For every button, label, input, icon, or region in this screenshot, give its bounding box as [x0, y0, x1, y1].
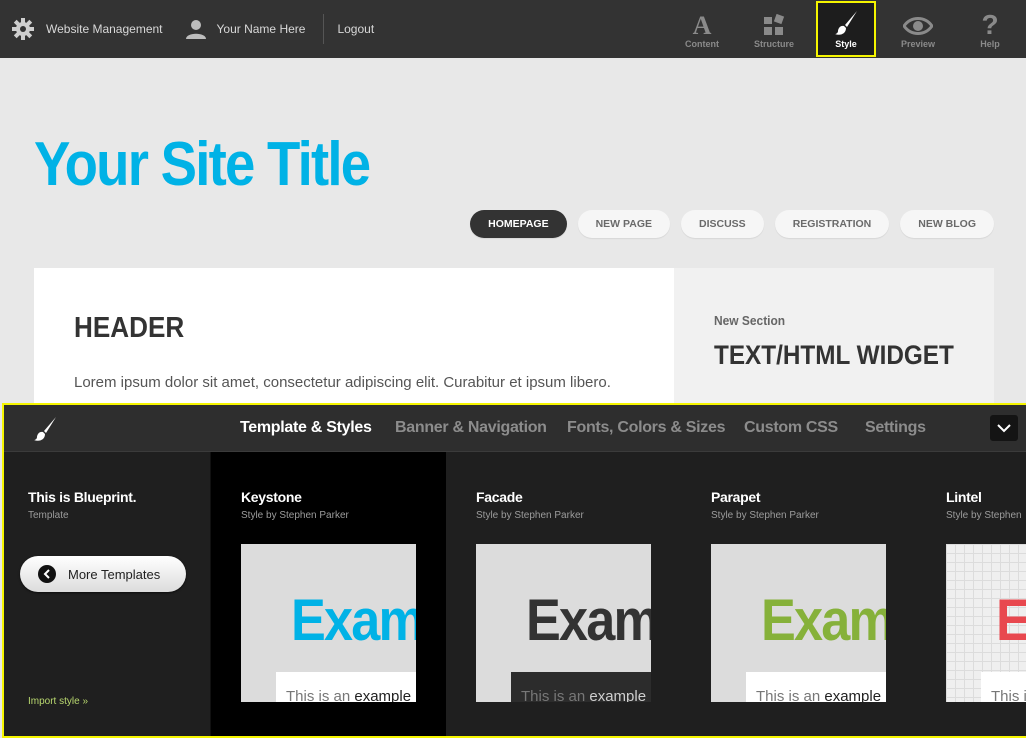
main-content-area: HEADER Lorem ipsum dolor sit amet, conse…	[34, 268, 674, 408]
structure-tool-button[interactable]: Structure	[738, 0, 810, 58]
import-style-link[interactable]: Import style »	[28, 696, 88, 707]
nav-item-registration[interactable]: REGISTRATION	[774, 210, 890, 238]
sidebar-widget-title[interactable]: TEXT/HTML WIDGET	[714, 340, 954, 371]
sidebar-section-label[interactable]: New Section	[714, 313, 785, 328]
tool-label: Style	[835, 38, 857, 49]
template-name: This is Blueprint.	[28, 489, 137, 505]
style-card-keystone[interactable]: Keystone Style by Stephen Parker Exam Th…	[211, 452, 446, 736]
letter-a-icon: A	[690, 10, 714, 36]
paintbrush-icon	[833, 10, 859, 36]
eye-icon	[903, 10, 933, 36]
style-name: Lintel	[946, 489, 982, 505]
svg-text:A: A	[693, 12, 712, 36]
thumbnail-title: Exam	[761, 588, 886, 653]
more-templates-button[interactable]: More Templates	[20, 556, 186, 592]
tool-label: Help	[980, 38, 1000, 49]
style-author: Style by Stephen Parker	[711, 510, 819, 521]
nav-item-homepage[interactable]: HOMEPAGE	[470, 210, 567, 238]
gear-icon[interactable]	[12, 18, 34, 40]
nav-item-new-blog[interactable]: NEW BLOG	[900, 210, 994, 238]
site-navigation: HOMEPAGE NEW PAGE DISCUSS REGISTRATION N…	[470, 210, 994, 238]
style-card-facade[interactable]: Facade Style by Stephen Parker Exam This…	[446, 452, 681, 736]
style-card-parapet[interactable]: Parapet Style by Stephen Parker Exam Thi…	[681, 452, 916, 736]
style-name: Facade	[476, 489, 523, 505]
tool-label: Preview	[900, 38, 936, 49]
toolbar-divider	[323, 14, 325, 44]
svg-text:?: ?	[981, 10, 998, 36]
style-author: Style by Stephen Parker	[241, 510, 349, 521]
thumbnail-content-box: This i	[981, 672, 1026, 702]
style-thumbnail[interactable]: E This i	[946, 544, 1026, 702]
thumbnail-title: E	[996, 588, 1026, 653]
tab-banner-navigation[interactable]: Banner & Navigation	[395, 405, 547, 451]
style-author: Style by Stephen Parker	[476, 510, 584, 521]
nav-item-new-page[interactable]: NEW PAGE	[577, 210, 670, 238]
collapse-panel-button[interactable]	[990, 415, 1018, 441]
thumbnail-sample-text: This is an example	[521, 688, 647, 702]
tab-settings[interactable]: Settings	[865, 405, 926, 451]
style-panel-tabs: Template & Styles Banner & Navigation Fo…	[4, 405, 1026, 452]
site-title[interactable]: Your Site Title	[34, 134, 371, 196]
tab-fonts-colors-sizes[interactable]: Fonts, Colors & Sizes	[567, 405, 725, 451]
thumbnail-title: Exam	[526, 588, 651, 653]
nav-item-discuss[interactable]: DISCUSS	[681, 210, 764, 238]
arrow-left-icon	[38, 565, 56, 583]
help-tool-button[interactable]: ? Help	[954, 0, 1026, 58]
paintbrush-icon	[32, 416, 58, 442]
username-link[interactable]: Your Name Here	[217, 22, 306, 36]
style-panel: Template & Styles Banner & Navigation Fo…	[2, 403, 1026, 738]
question-icon: ?	[979, 10, 1001, 36]
style-thumbnail[interactable]: Exam This is an example	[476, 544, 651, 702]
chevron-down-icon	[997, 424, 1011, 433]
style-name: Keystone	[241, 489, 302, 505]
preview-tool-button[interactable]: Preview	[882, 0, 954, 58]
tab-custom-css[interactable]: Custom CSS	[744, 405, 838, 451]
content-header[interactable]: HEADER	[74, 312, 184, 345]
style-name: Parapet	[711, 489, 761, 505]
style-thumbnail[interactable]: Exam This is an example	[241, 544, 416, 702]
style-card-lintel[interactable]: Lintel Style by Stephen E This i	[916, 452, 1026, 736]
tool-label: Content	[685, 38, 719, 49]
content-paragraph[interactable]: Lorem ipsum dolor sit amet, consectetur …	[74, 374, 611, 391]
more-templates-label: More Templates	[68, 566, 161, 582]
thumbnail-sample-text: This is an example	[756, 688, 882, 702]
blocks-icon	[763, 10, 785, 36]
thumbnail-content-box: This is an example	[511, 672, 651, 702]
thumbnail-title: Exam	[291, 588, 416, 653]
tab-template-styles[interactable]: Template & Styles	[240, 405, 372, 451]
admin-toolbar: Website Management Your Name Here Logout…	[0, 0, 1026, 58]
logout-link[interactable]: Logout	[337, 22, 374, 36]
tool-label: Structure	[753, 38, 794, 49]
sidebar-content-area: New Section TEXT/HTML WIDGET	[674, 268, 994, 408]
website-management-link[interactable]: Website Management	[46, 22, 163, 36]
thumbnail-content-box: This is an example	[746, 672, 886, 702]
thumbnail-content-box: This is an example	[276, 672, 416, 702]
style-thumbnail[interactable]: Exam This is an example	[711, 544, 886, 702]
user-icon	[185, 18, 207, 40]
content-tool-button[interactable]: A Content	[666, 0, 738, 58]
thumbnail-sample-text: This i	[991, 688, 1026, 702]
style-author: Style by Stephen	[946, 510, 1022, 521]
current-template-info: This is Blueprint. Template More Templat…	[4, 452, 211, 736]
template-label: Template	[28, 510, 69, 521]
style-tool-button[interactable]: Style	[816, 1, 876, 57]
thumbnail-sample-text: This is an example	[286, 688, 412, 702]
